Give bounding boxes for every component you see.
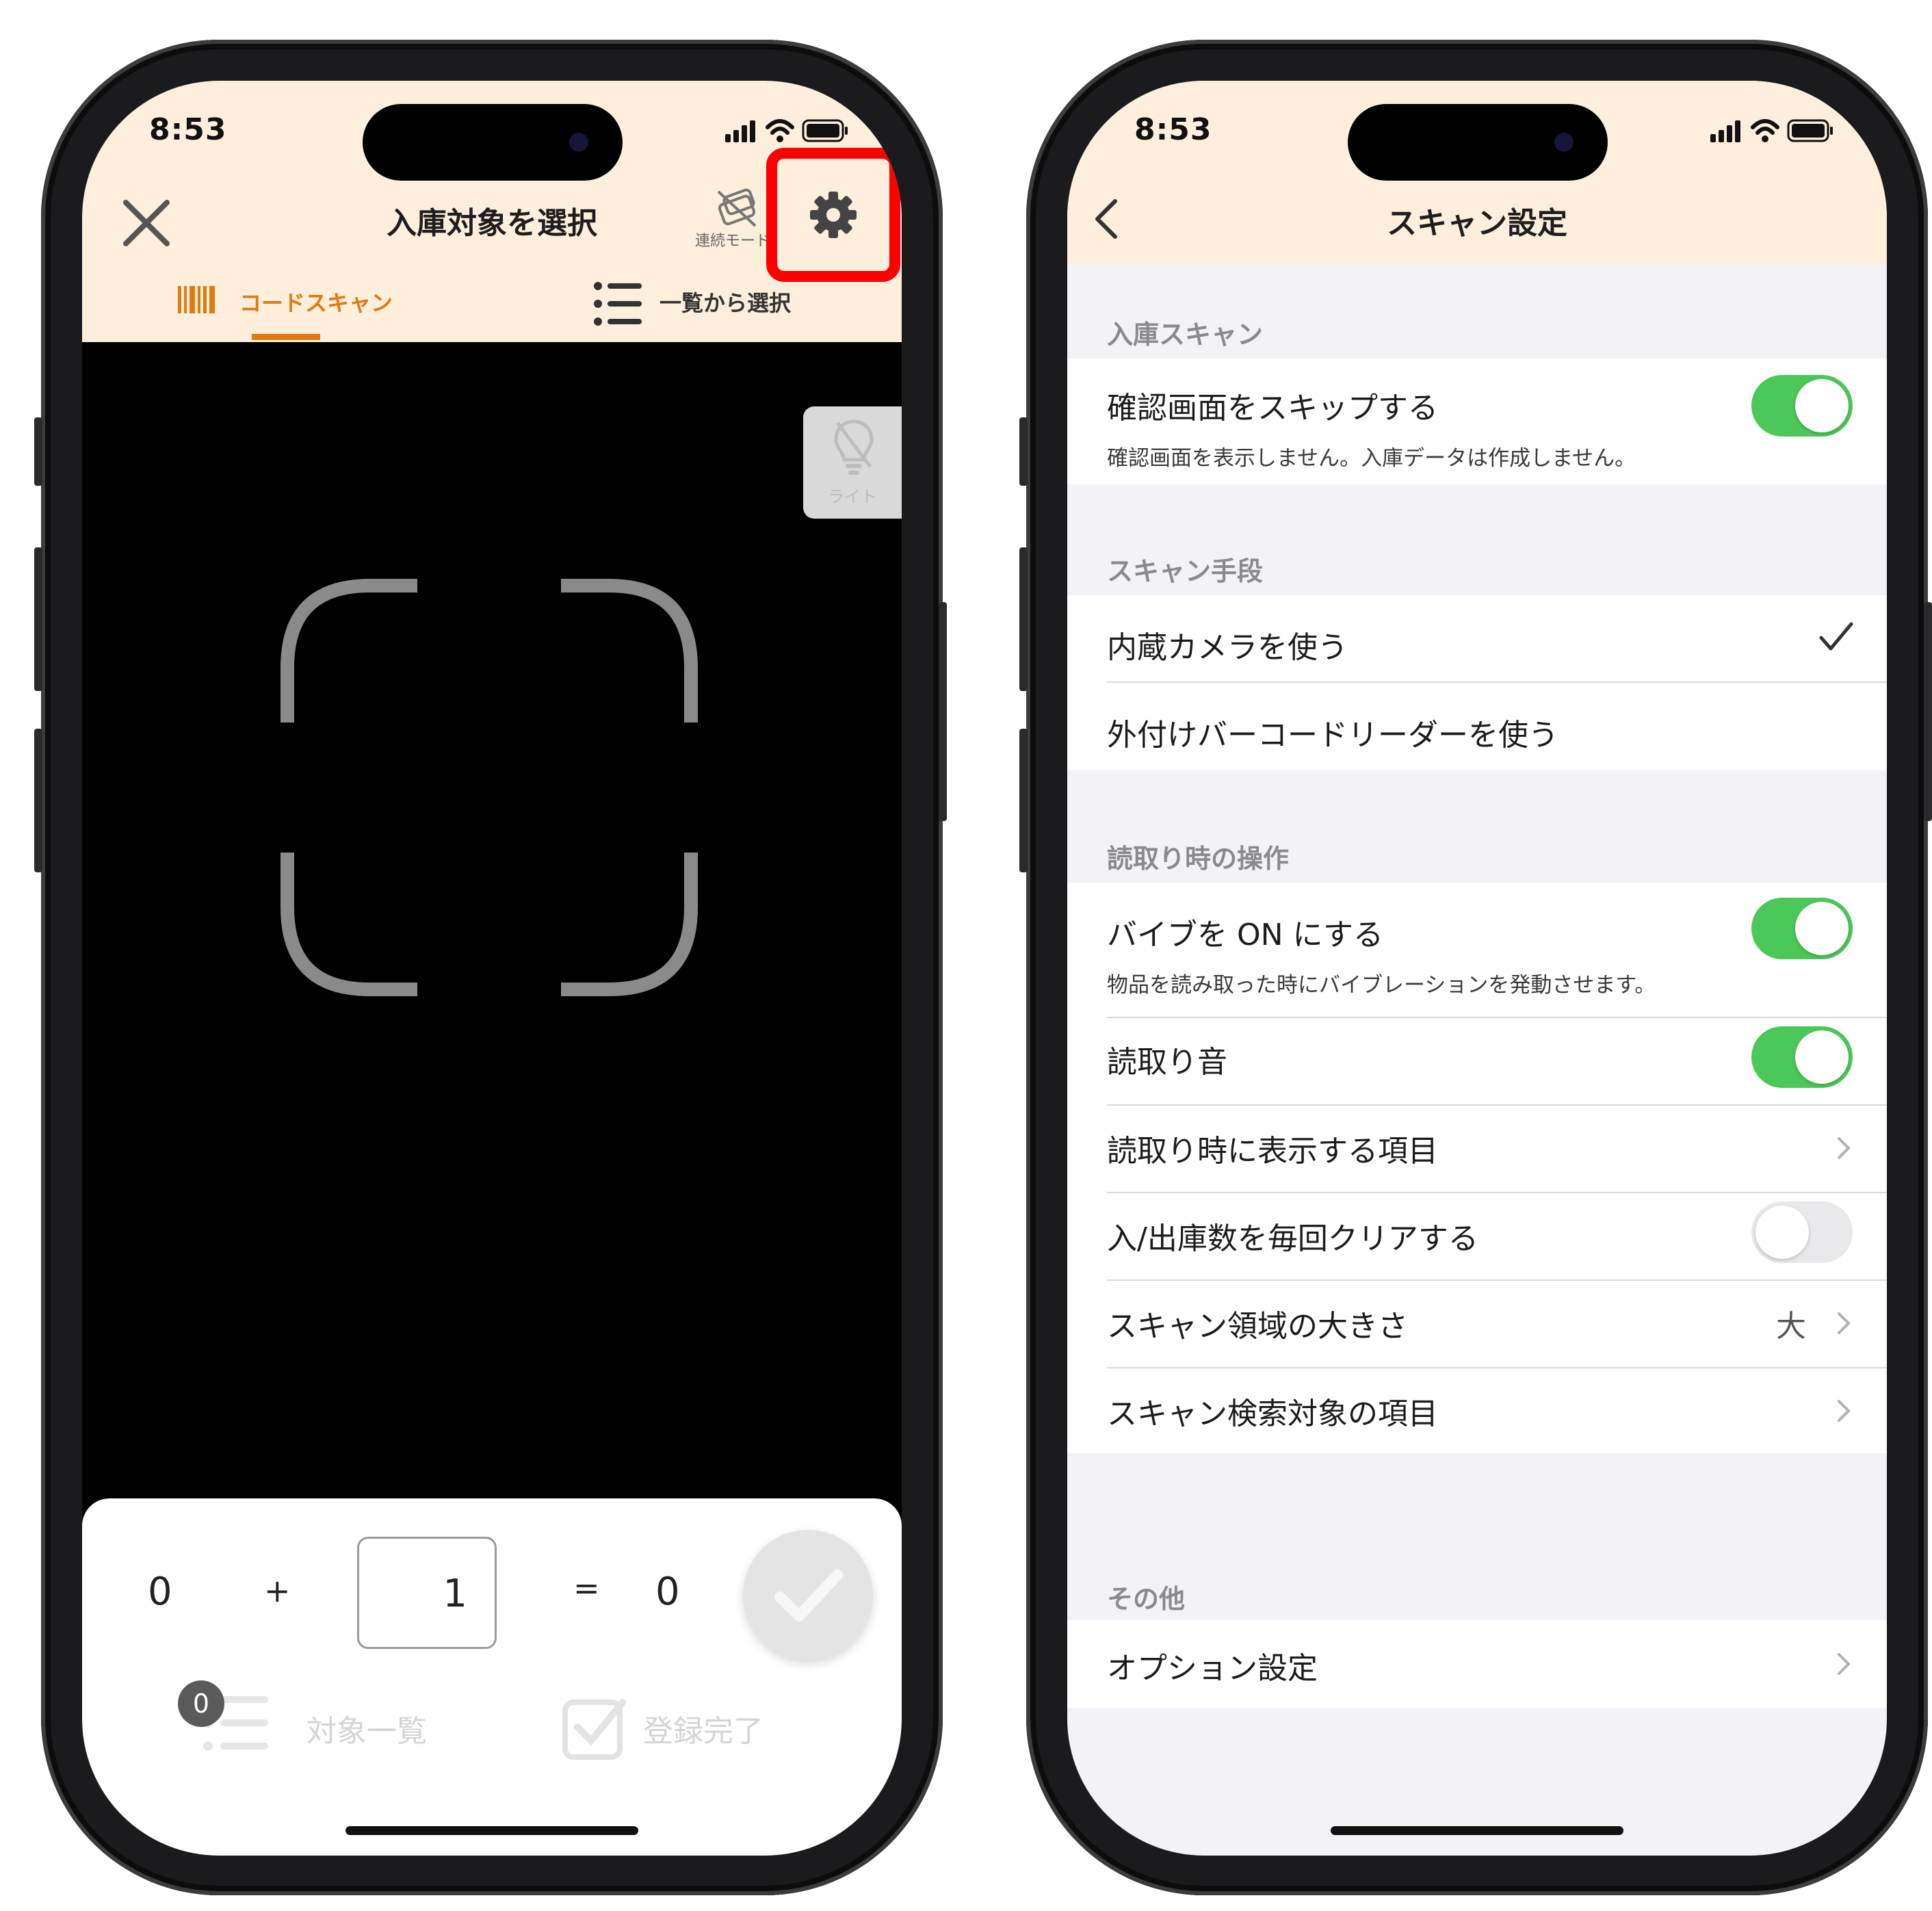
- scan-frame-icon: [280, 579, 698, 996]
- status-icons: [725, 119, 848, 142]
- quantity-input-value: 1: [443, 1572, 467, 1616]
- chevron-right-icon: [1838, 1137, 1851, 1159]
- tab-list-select[interactable]: 一覧から選択: [594, 276, 840, 331]
- section-title-other: その他: [1107, 1584, 1186, 1614]
- dynamic-island: [1348, 104, 1608, 181]
- right-phone-action-button: [1019, 417, 1028, 486]
- option-builtin-camera[interactable]: 内蔵カメラを使う: [1067, 595, 1887, 683]
- builtin-camera-label: 内蔵カメラを使う: [1107, 630, 1348, 665]
- checkmark-icon: [774, 1570, 843, 1622]
- home-indicator[interactable]: [345, 1826, 638, 1835]
- right-phone-volume-down: [1019, 729, 1028, 872]
- page-title: スキャン設定: [1387, 206, 1567, 241]
- tab-list-select-label: 一覧から選択: [660, 290, 792, 316]
- right-screen: 8:53 スキャン設定 入庫スキャン 確認画面をスキップする 確認画面を表示しま…: [1067, 81, 1887, 1856]
- display-items-row[interactable]: 読取り時に表示する項目: [1067, 1106, 1887, 1192]
- home-indicator[interactable]: [1331, 1826, 1623, 1835]
- settings-highlight-box: [766, 148, 900, 282]
- tab-code-scan-label: コードスキャン: [239, 290, 393, 316]
- read-sound-label: 読取り音: [1107, 1045, 1227, 1080]
- clear-quantity-label: 入/出庫数を毎回クリアする: [1107, 1221, 1478, 1256]
- checkmark-icon: [1819, 622, 1853, 651]
- active-tab-underline: [252, 334, 320, 340]
- scan-area-size-value: 大: [1776, 1309, 1806, 1344]
- section-title-incoming-scan: 入庫スキャン: [1107, 320, 1264, 350]
- skip-confirm-toggle[interactable]: [1751, 375, 1853, 437]
- option-external-reader[interactable]: 外付けバーコードリーダーを使う: [1067, 683, 1887, 770]
- chevron-right-icon: [1838, 1400, 1851, 1422]
- continuous-mode-icon: [717, 188, 757, 227]
- section-title-on-read: 読取り時の操作: [1107, 844, 1290, 874]
- register-complete-button[interactable]: 登録完了: [561, 1695, 780, 1764]
- scan-area-size-label: スキャン領域の大きさ: [1107, 1309, 1408, 1344]
- option-settings-row[interactable]: オプション設定: [1067, 1620, 1887, 1708]
- gear-icon[interactable]: [809, 190, 858, 239]
- status-time: 8:53: [1134, 112, 1212, 147]
- confirm-button[interactable]: [743, 1530, 873, 1660]
- right-phone-volume-up: [1019, 547, 1028, 691]
- left-header: 8:53 入庫対象を選択 連続モード コードスキャン 一覧から選択: [82, 81, 902, 342]
- vibrate-toggle[interactable]: [1751, 898, 1853, 959]
- scan-area-size-row[interactable]: スキャン領域の大きさ 大: [1067, 1281, 1887, 1367]
- read-sound-toggle[interactable]: [1751, 1026, 1853, 1088]
- continuous-mode-label: 連続モード: [695, 233, 769, 250]
- status-time: 8:53: [149, 112, 227, 147]
- left-phone-volume-down: [34, 729, 42, 872]
- right-header: 8:53 スキャン設定: [1067, 81, 1887, 264]
- plus-sign: +: [264, 1572, 291, 1609]
- current-quantity: 0: [148, 1570, 172, 1614]
- dynamic-island: [363, 104, 623, 181]
- target-count-badge: 0: [178, 1680, 224, 1727]
- section-title-scan-method: スキャン手段: [1107, 556, 1264, 586]
- checkbox-icon: [562, 1699, 626, 1760]
- light-button-label: ライト: [828, 487, 877, 506]
- target-list-label: 対象一覧: [306, 1714, 427, 1749]
- light-bulb-icon: [834, 419, 874, 475]
- group-other: オプション設定: [1067, 1620, 1887, 1708]
- register-complete-label: 登録完了: [643, 1714, 763, 1749]
- result-quantity: 0: [655, 1570, 680, 1614]
- chevron-right-icon: [1838, 1312, 1851, 1334]
- right-phone-side-button: [1924, 602, 1932, 821]
- barcode-icon: [178, 286, 215, 313]
- group-incoming-scan: 確認画面をスキップする 確認画面を表示しません。入庫データは作成しません。: [1067, 359, 1887, 484]
- external-reader-label: 外付けバーコードリーダーを使う: [1107, 718, 1558, 753]
- vibrate-description: 物品を読み取った時にバイブレーションを発動させます。: [1107, 973, 1656, 998]
- left-screen: 8:53 入庫対象を選択 連続モード コードスキャン 一覧から選択 ライト 0 …: [82, 81, 902, 1856]
- list-icon: [594, 282, 642, 326]
- light-button[interactable]: ライト: [803, 406, 902, 519]
- display-items-label: 読取り時に表示する項目: [1107, 1134, 1438, 1169]
- skip-confirm-description: 確認画面を表示しません。入庫データは作成しません。: [1107, 446, 1636, 471]
- chevron-right-icon: [1838, 1653, 1851, 1675]
- group-scan-method: 内蔵カメラを使う 外付けバーコードリーダーを使う: [1067, 595, 1887, 770]
- tab-code-scan[interactable]: コードスキャン: [178, 279, 410, 327]
- skip-confirm-label: 確認画面をスキップする: [1107, 391, 1438, 426]
- option-settings-label: オプション設定: [1107, 1651, 1318, 1686]
- left-phone-volume-up: [34, 547, 42, 691]
- status-icons: [1710, 119, 1833, 142]
- quantity-input[interactable]: 1: [357, 1537, 497, 1649]
- vibrate-label: バイブを ON にする: [1107, 918, 1383, 952]
- left-phone-side-button: [939, 602, 947, 821]
- left-phone-action-button: [34, 417, 42, 486]
- search-target-row[interactable]: スキャン検索対象の項目: [1067, 1368, 1887, 1453]
- search-target-label: スキャン検索対象の項目: [1107, 1396, 1438, 1431]
- group-on-read: バイブを ON にする 物品を読み取った時にバイブレーションを発動させます。 読…: [1067, 883, 1887, 1453]
- clear-quantity-toggle[interactable]: [1751, 1201, 1853, 1263]
- equals-sign: =: [573, 1570, 600, 1607]
